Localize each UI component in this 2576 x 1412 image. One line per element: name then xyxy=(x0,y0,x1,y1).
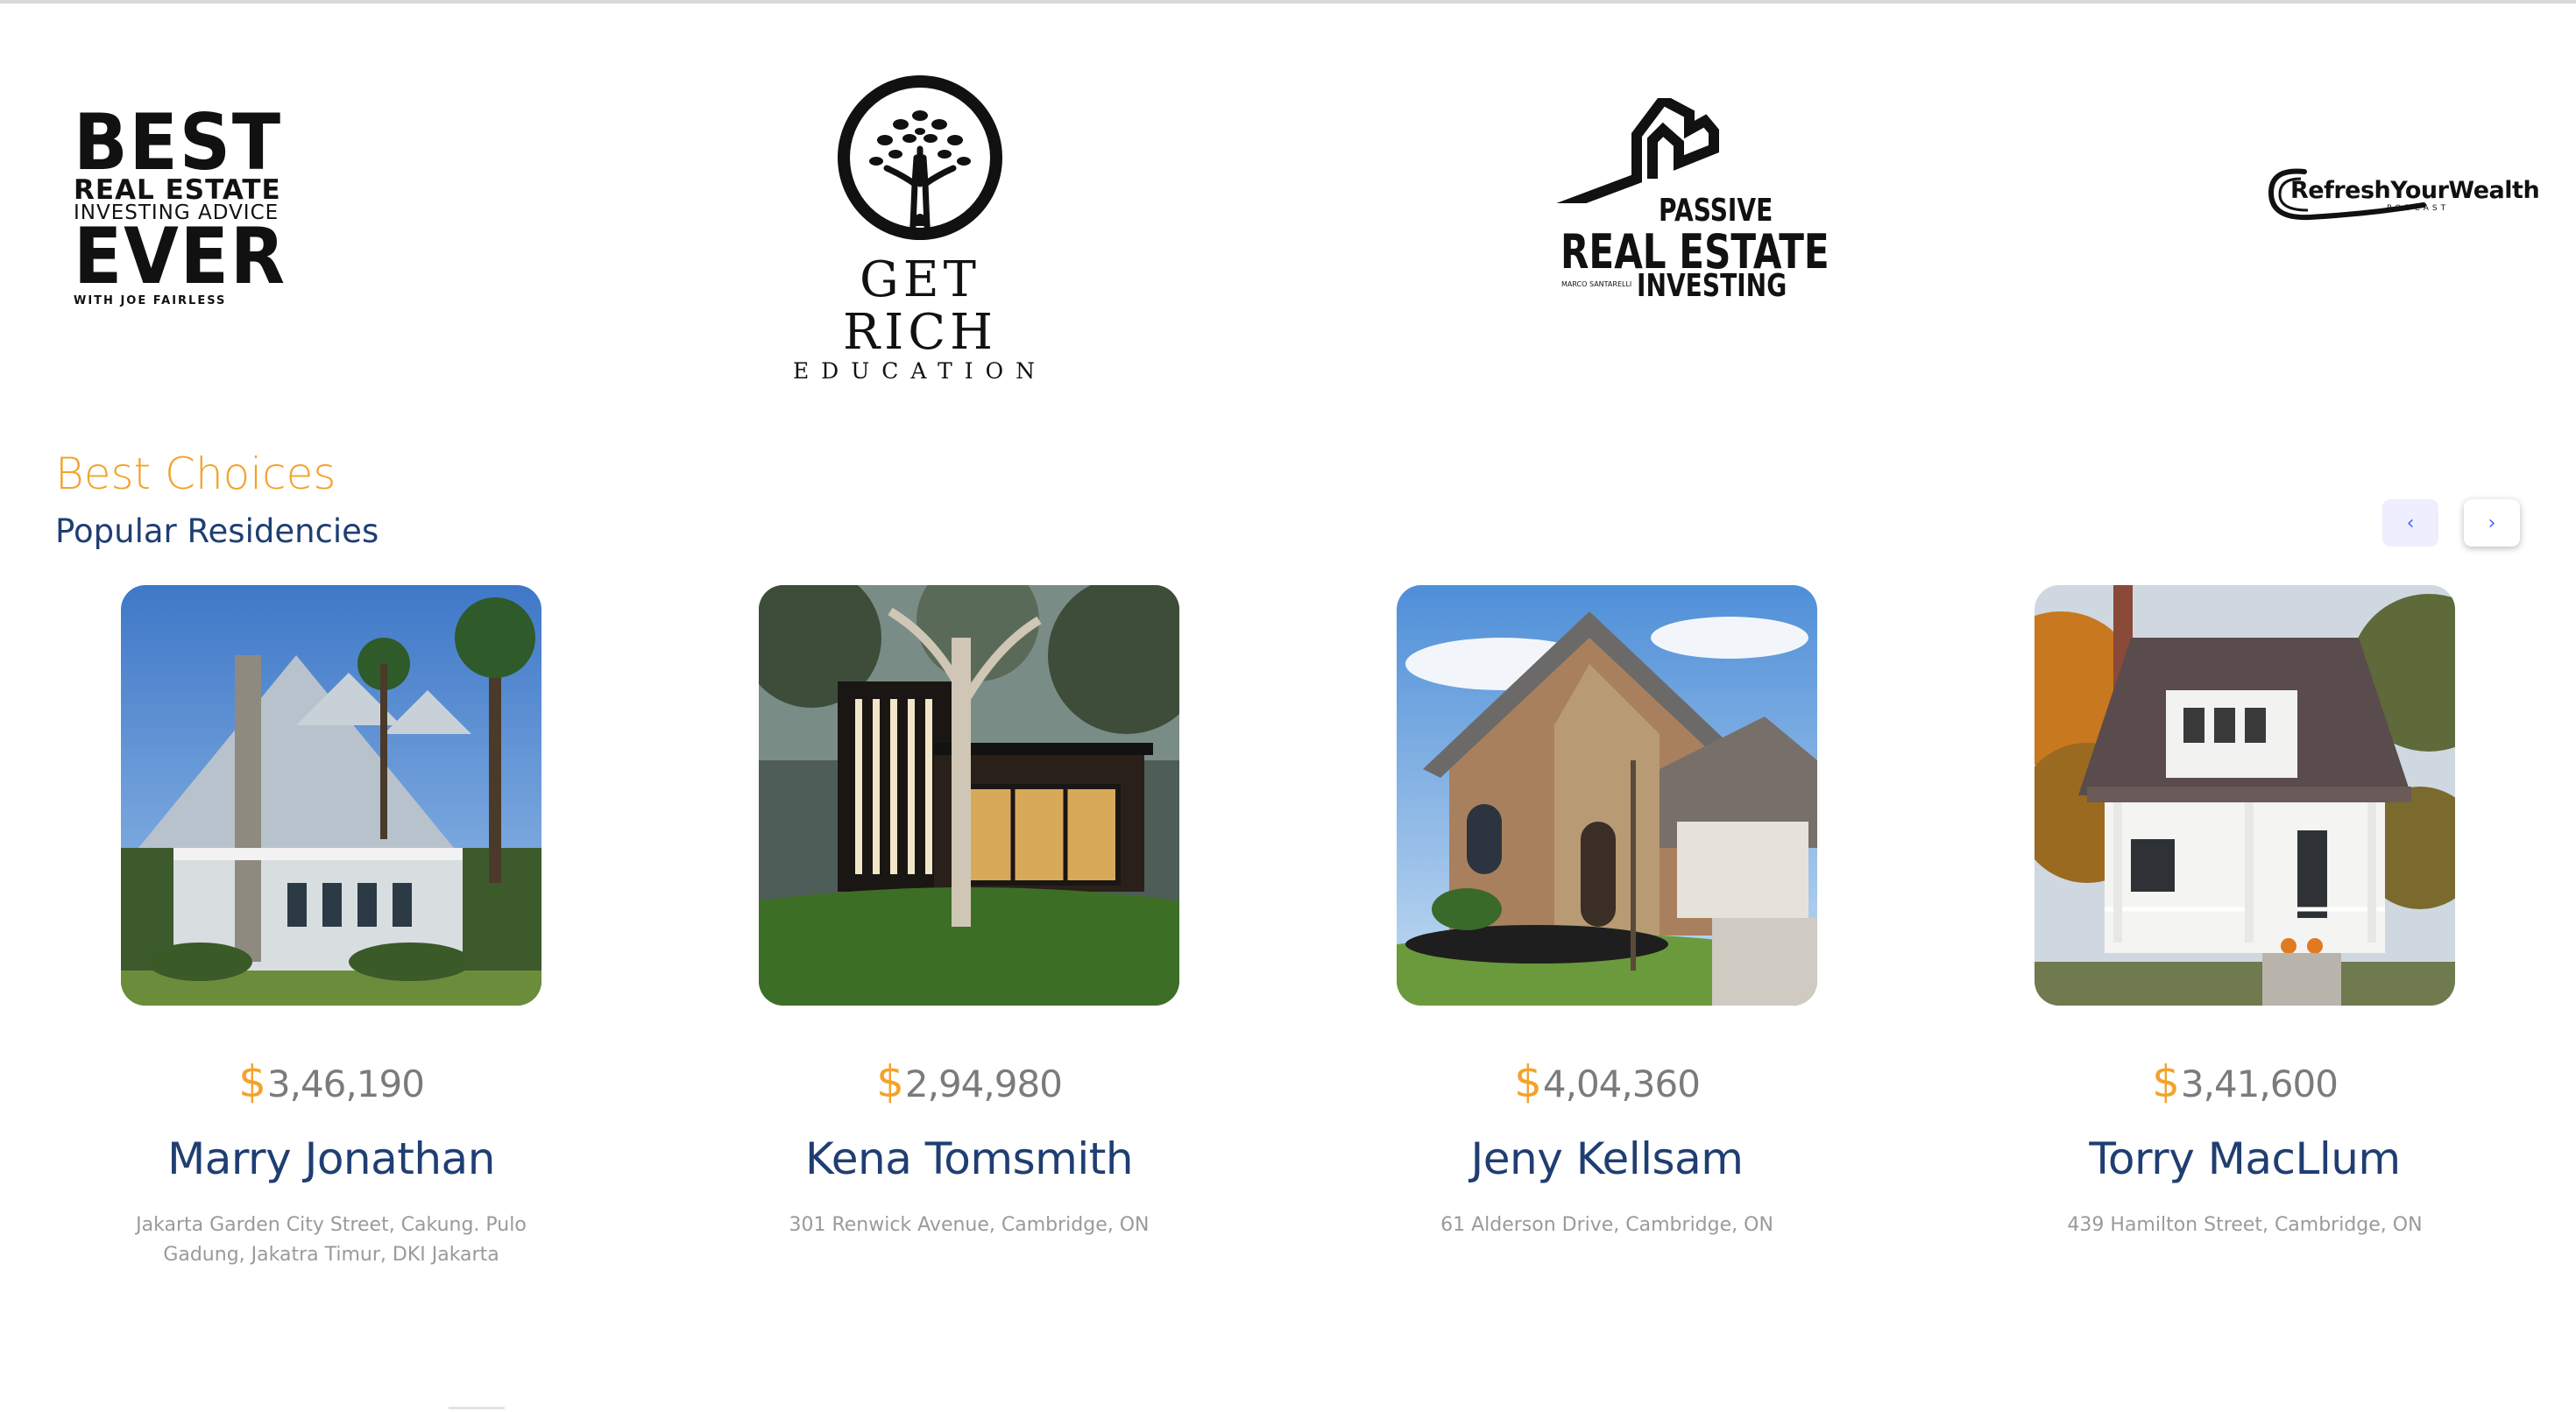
card-title: Kena Tomsmith xyxy=(804,1133,1134,1184)
passive-line1: PASSIVE xyxy=(1659,193,1773,229)
house-photo-image xyxy=(759,585,1179,1006)
card-price: $2,94,980 xyxy=(759,1056,1179,1107)
price-value: 3,41,600 xyxy=(2180,1063,2339,1105)
house-photo-image xyxy=(121,585,541,1006)
card-price: $4,04,360 xyxy=(1397,1056,1817,1107)
card-title: Marry Jonathan xyxy=(167,1133,495,1184)
currency-symbol: $ xyxy=(876,1056,904,1107)
chevron-left-icon: ‹ xyxy=(2406,512,2415,534)
residency-card[interactable]: $3,41,600 Torry MacLlum 439 Hamilton Str… xyxy=(2035,585,2455,1268)
best-ever-line4: EVER xyxy=(74,211,287,301)
residency-card[interactable]: $3,46,190 Marry Jonathan Jakarta Garden … xyxy=(121,585,541,1268)
carousel-next-button[interactable]: › xyxy=(2464,499,2520,547)
currency-symbol: $ xyxy=(238,1056,266,1107)
chevron-right-icon: › xyxy=(2488,512,2496,534)
refresh-subtitle: PODCAST xyxy=(2387,204,2450,213)
card-title: Torry MacLlum xyxy=(2089,1133,2401,1184)
card-address: 439 Hamilton Street, Cambridge, ON xyxy=(2067,1214,2423,1236)
price-value: 3,46,190 xyxy=(266,1063,425,1105)
section-eyebrow: Best Choices xyxy=(55,448,336,499)
residency-carousel: $3,46,190 Marry Jonathan Jakarta Garden … xyxy=(0,585,2576,1303)
currency-symbol: $ xyxy=(2152,1056,2180,1107)
residency-card[interactable]: $4,04,360 Jeny Kellsam 61 Alderson Drive… xyxy=(1397,585,1817,1268)
card-address: 301 Renwick Avenue, Cambridge, ON xyxy=(789,1214,1150,1236)
price-value: 2,94,980 xyxy=(904,1063,1063,1105)
card-price: $3,46,190 xyxy=(121,1056,541,1107)
currency-symbol: $ xyxy=(1514,1056,1542,1107)
residency-card[interactable]: $2,94,980 Kena Tomsmith 301 Renwick Aven… xyxy=(759,585,1179,1268)
tree-icon xyxy=(838,75,1002,240)
passive-real-estate-logo: PASSIVE REAL ESTATE MARCO SANTARELLI INV… xyxy=(1549,98,1829,304)
price-value: 4,04,360 xyxy=(1542,1063,1701,1105)
passive-small: MARCO SANTARELLI xyxy=(1561,280,1632,288)
card-price: $3,41,600 xyxy=(2035,1056,2455,1107)
section-heading: Popular Residencies xyxy=(55,512,379,550)
get-rich-education-logo: GET RICH EDUCATION xyxy=(789,70,1051,384)
card-title: Jeny Kellsam xyxy=(1470,1133,1744,1184)
passive-line3: INVESTING xyxy=(1637,268,1787,304)
house-outline-icon xyxy=(1556,98,1719,203)
best-ever-line1: BEST xyxy=(74,97,282,187)
get-rich-title: GET RICH xyxy=(843,251,997,361)
house-photo-image xyxy=(1397,585,1817,1006)
scroll-indicator xyxy=(449,1407,505,1409)
get-rich-subtitle: EDUCATION xyxy=(792,358,1048,384)
top-divider xyxy=(0,0,2576,4)
carousel-prev-button[interactable]: ‹ xyxy=(2382,499,2438,547)
house-photo-image xyxy=(2035,585,2455,1006)
refresh-title: RefreshYourWealth xyxy=(2290,177,2540,204)
card-address: 61 Alderson Drive, Cambridge, ON xyxy=(1440,1214,1773,1236)
best-ever-logo: BEST REAL ESTATE INVESTING ADVICE EVER W… xyxy=(74,97,287,308)
refresh-your-wealth-logo: RefreshYourWealth PODCAST xyxy=(2266,163,2540,226)
card-address: Jakarta Garden City Street, Cakung. Pulo… xyxy=(136,1214,527,1266)
